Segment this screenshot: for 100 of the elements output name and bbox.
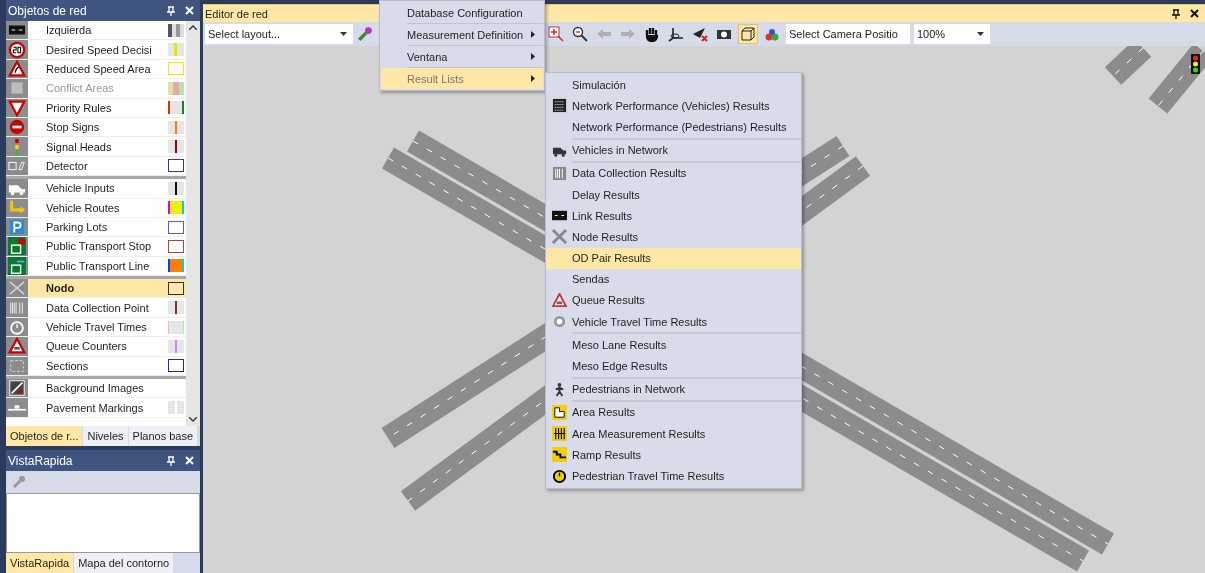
traffic-light-icon[interactable]: [1191, 54, 1200, 74]
object-type-label: Priority Rules: [45, 101, 113, 114]
warning-sign-icon: [8, 59, 26, 78]
style-swatch[interactable]: [168, 359, 184, 373]
style-swatch[interactable]: [168, 23, 184, 37]
style-swatch[interactable]: [168, 159, 184, 173]
cube-icon[interactable]: [738, 24, 758, 44]
menu-item[interactable]: Area Results: [546, 401, 801, 423]
object-type-label: Signal Heads: [45, 140, 113, 153]
menu-item[interactable]: Ventana: [381, 46, 543, 67]
menu-item[interactable]: Node Results: [546, 226, 801, 248]
object-type-row[interactable]: Vehicle Travel Times: [6, 317, 186, 338]
menu-item[interactable]: Queue Results: [546, 289, 801, 312]
menu-item[interactable]: Vehicles in Network: [546, 139, 801, 161]
panel-title: Objetos de red: [8, 3, 88, 18]
object-type-row[interactable]: Signal Heads: [6, 137, 186, 157]
object-type-row[interactable]: Pavement Markings: [6, 398, 186, 418]
style-swatch[interactable]: [168, 220, 184, 234]
style-swatch[interactable]: [168, 120, 184, 134]
style-swatch[interactable]: [168, 339, 184, 353]
menu-item[interactable]: Sendas: [546, 268, 801, 290]
style-swatch[interactable]: [168, 281, 184, 295]
object-type-row[interactable]: Izquierda: [6, 21, 186, 41]
style-swatch[interactable]: [168, 259, 184, 273]
panel-tab[interactable]: Niveles: [83, 426, 128, 446]
parking-icon: [8, 218, 26, 237]
scrollbar[interactable]: [186, 21, 200, 426]
menu-item[interactable]: Meso Edge Results: [546, 355, 801, 377]
object-type-label: Detector: [45, 159, 89, 172]
style-swatch[interactable]: [168, 43, 184, 57]
object-type-label: Izquierda: [45, 24, 93, 37]
yield-sign-icon: [8, 98, 26, 117]
object-type-label: Nodo: [45, 282, 76, 295]
menu-item[interactable]: Link Results: [546, 205, 801, 227]
object-type-row[interactable]: Parking Lots: [6, 217, 186, 238]
menu-item[interactable]: OD Pair Results: [546, 247, 801, 269]
stop-sign-icon: [8, 118, 26, 137]
menu-item[interactable]: Delay Results: [546, 183, 801, 206]
style-swatch[interactable]: [168, 401, 184, 415]
menu-item[interactable]: Meso Lane Results: [546, 334, 801, 356]
menu-item[interactable]: Measurement Definition: [381, 24, 543, 45]
object-type-row[interactable]: Vehicle Routes: [6, 198, 186, 218]
object-type-row[interactable]: Priority Rules: [6, 98, 186, 118]
scroll-up-icon[interactable]: [189, 25, 197, 30]
panel-title: VistaRapida: [8, 453, 74, 468]
menu-item[interactable]: Pedestrians in Network: [546, 378, 801, 400]
zoom-in-icon[interactable]: [546, 24, 566, 44]
panel-tab[interactable]: Mapa del contorno: [74, 553, 174, 573]
object-type-label: Vehicle Routes: [45, 201, 121, 214]
camera-position-dropdown[interactable]: Select Camera Positio: [786, 24, 910, 44]
menu-item[interactable]: Network Performance (Vehicles) Results: [546, 95, 801, 117]
menu-item[interactable]: Result Lists: [381, 68, 543, 89]
object-type-label: Parking Lots: [45, 221, 109, 234]
style-swatch[interactable]: [168, 181, 184, 195]
menu-item[interactable]: Pedestrian Travel Time Results: [546, 465, 801, 487]
style-swatch[interactable]: [168, 201, 184, 215]
menu-item[interactable]: Ramp Results: [546, 444, 801, 466]
style-swatch[interactable]: [168, 320, 184, 334]
queue-sign-icon: [8, 337, 26, 356]
panel-tab[interactable]: Objetos de r...: [6, 426, 83, 446]
object-type-label: Data Collection Point: [45, 301, 150, 314]
style-swatch[interactable]: [168, 240, 184, 253]
style-swatch[interactable]: [168, 301, 184, 315]
object-type-row[interactable]: Stop Signs: [6, 117, 186, 138]
style-swatch[interactable]: [168, 101, 184, 115]
menu-item[interactable]: Data Collection Results: [546, 162, 801, 184]
object-type-row[interactable]: Queue Counters: [6, 337, 186, 357]
close-icon[interactable]: [1190, 9, 1199, 18]
barcode-icon: [551, 165, 567, 181]
node-icon: [551, 229, 567, 245]
menu-item[interactable]: Area Measurement Results: [546, 423, 801, 445]
object-type-row[interactable]: Sections: [6, 356, 186, 377]
object-type-label: Public Transport Stop: [45, 240, 153, 253]
object-type-row[interactable]: Public Transport Stop: [6, 237, 186, 257]
zoom-dropdown[interactable]: 100%: [914, 24, 990, 44]
object-type-row[interactable]: Public Transport Line: [6, 256, 186, 277]
editor-title: Editor de red: [205, 7, 268, 20]
scroll-down-icon[interactable]: [189, 417, 197, 422]
zoom-out-icon[interactable]: [570, 24, 590, 44]
panel-tab[interactable]: Planos base: [128, 426, 198, 446]
object-type-row[interactable]: Background Images: [6, 379, 186, 399]
object-type-label: Conflict Areas: [45, 82, 115, 95]
menu-item[interactable]: Database Configuration: [381, 2, 543, 23]
menu-item[interactable]: Simulación: [546, 74, 801, 96]
object-type-row[interactable]: Vehicle Inputs: [6, 179, 186, 199]
layout-dropdown[interactable]: Select layout...: [205, 24, 353, 44]
style-swatch[interactable]: [168, 140, 184, 154]
object-type-row[interactable]: Reduced Speed Area: [6, 59, 186, 80]
pin-icon[interactable]: [1172, 8, 1180, 19]
panel-tab[interactable]: VistaRapida: [6, 553, 74, 573]
object-type-row[interactable]: Data Collection Point: [6, 298, 186, 318]
object-type-row[interactable]: Nodo: [6, 279, 186, 299]
object-type-row[interactable]: Detector: [6, 156, 186, 177]
menu-item[interactable]: Vehicle Travel Time Results: [546, 311, 801, 333]
object-type-row[interactable]: Desired Speed Decisi: [6, 40, 186, 60]
stairs-icon: [551, 447, 567, 463]
marking-icon: [8, 404, 26, 412]
object-type-label: Reduced Speed Area: [45, 62, 152, 75]
node-icon: [8, 279, 26, 298]
menu-item[interactable]: Network Performance (Pedestrians) Results: [546, 116, 801, 138]
